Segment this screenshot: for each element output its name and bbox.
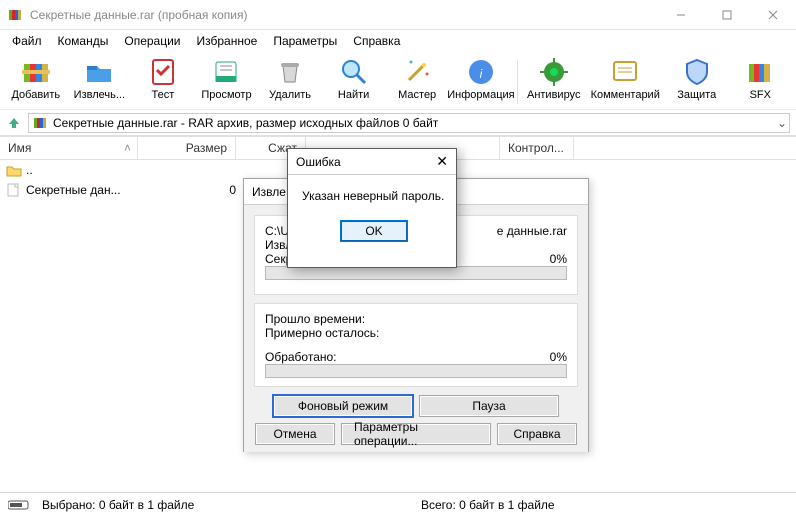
help-button[interactable]: Справка	[497, 423, 577, 445]
toolbar-comment[interactable]: Комментарий	[586, 54, 665, 110]
title-bar: Секретные данные.rar (пробная копия)	[0, 0, 796, 30]
error-dialog: Ошибка ✕ Указан неверный пароль. OK	[287, 148, 457, 268]
row-file-name: Секретные дан...	[26, 183, 150, 197]
toolbar-delete-label: Удалить	[269, 89, 311, 101]
toolbar-sfx[interactable]: SFX	[729, 54, 793, 110]
col-name-label: Имя	[8, 141, 31, 155]
toolbar-extract-label: Извлечь...	[74, 89, 125, 101]
col-name[interactable]: Имя ˄	[0, 137, 138, 159]
archive-icon	[33, 115, 49, 131]
toolbar-info[interactable]: i Информация	[449, 54, 513, 110]
up-button[interactable]	[6, 111, 22, 135]
path-field[interactable]: Секретные данные.rar - RAR архив, размер…	[28, 113, 790, 133]
status-bar: Выбрано: 0 байт в 1 файле Всего: 0 байт …	[0, 492, 796, 516]
col-crc[interactable]: Контрол...	[500, 137, 574, 159]
maximize-button[interactable]	[704, 0, 750, 30]
toolbar-find[interactable]: Найти	[322, 54, 386, 110]
path-text: Секретные данные.rar - RAR архив, размер…	[53, 116, 438, 130]
toolbar-add-label: Добавить	[11, 89, 60, 101]
svg-text:i: i	[480, 67, 483, 81]
toolbar: Добавить Извлечь... Тест Просмотр Удалит…	[0, 52, 796, 110]
progress-bar-total	[265, 364, 567, 378]
progress-elapsed-label: Прошло времени:	[265, 312, 567, 326]
progress-file-pct: 0%	[550, 252, 567, 266]
row-up-label: ..	[26, 163, 150, 177]
toolbar-extract[interactable]: Извлечь...	[68, 54, 132, 110]
toolbar-add[interactable]: Добавить	[4, 54, 68, 110]
file-icon	[6, 183, 22, 197]
error-title: Ошибка	[296, 155, 436, 169]
menu-commands[interactable]: Команды	[52, 32, 115, 50]
progress-total-pct: 0%	[550, 350, 567, 364]
toolbar-wizard-label: Мастер	[398, 89, 436, 101]
error-ok-button[interactable]: OK	[341, 221, 407, 241]
error-close-button[interactable]: ✕	[436, 153, 448, 170]
toolbar-protect-label: Защита	[677, 89, 716, 101]
toolbar-sfx-label: SFX	[750, 89, 771, 101]
error-message: Указан неверный пароль.	[302, 189, 446, 203]
menu-bar: Файл Команды Операции Избранное Параметр…	[0, 30, 796, 52]
menu-operations[interactable]: Операции	[118, 32, 186, 50]
menu-file[interactable]: Файл	[6, 32, 48, 50]
progress-bar-file	[265, 266, 567, 280]
toolbar-view-label: Просмотр	[201, 89, 251, 101]
menu-favorites[interactable]: Избранное	[191, 32, 264, 50]
folder-up-icon	[6, 163, 22, 177]
toolbar-wizard[interactable]: Мастер	[385, 54, 449, 110]
operation-params-button[interactable]: Параметры операции...	[341, 423, 491, 445]
disk-icon	[8, 499, 30, 511]
toolbar-test[interactable]: Тест	[131, 54, 195, 110]
path-dropdown-icon[interactable]: ⌄	[777, 116, 787, 130]
menu-help[interactable]: Справка	[347, 32, 406, 50]
toolbar-info-label: Информация	[447, 89, 514, 101]
progress-remaining-label: Примерно осталось:	[265, 326, 567, 340]
col-size[interactable]: Размер	[138, 137, 236, 159]
close-button[interactable]	[750, 0, 796, 30]
toolbar-view[interactable]: Просмотр	[195, 54, 259, 110]
background-button[interactable]: Фоновый режим	[273, 395, 413, 417]
sort-asc-icon: ˄	[124, 141, 131, 155]
minimize-button[interactable]	[658, 0, 704, 30]
status-total: Всего: 0 байт в 1 файле	[421, 498, 788, 512]
menu-parameters[interactable]: Параметры	[267, 32, 343, 50]
toolbar-comment-label: Комментарий	[591, 89, 660, 101]
path-bar: Секретные данные.rar - RAR архив, размер…	[0, 110, 796, 136]
app-icon	[8, 7, 24, 23]
row-file-size: 0	[154, 183, 244, 197]
progress-filename: е данные.rar	[497, 224, 567, 238]
error-titlebar[interactable]: Ошибка ✕	[288, 149, 456, 175]
window-title: Секретные данные.rar (пробная копия)	[30, 8, 658, 22]
toolbar-find-label: Найти	[338, 89, 369, 101]
cancel-button[interactable]: Отмена	[255, 423, 335, 445]
toolbar-delete[interactable]: Удалить	[258, 54, 322, 110]
toolbar-separator	[517, 60, 518, 104]
pause-button[interactable]: Пауза	[419, 395, 559, 417]
toolbar-antivirus[interactable]: Антивирус	[522, 54, 586, 110]
toolbar-protect[interactable]: Защита	[665, 54, 729, 110]
toolbar-test-label: Тест	[152, 89, 175, 101]
col-tail	[574, 137, 796, 159]
status-selected: Выбрано: 0 байт в 1 файле	[42, 498, 409, 512]
progress-processed-label: Обработано:	[265, 350, 550, 364]
toolbar-antivirus-label: Антивирус	[527, 89, 580, 101]
